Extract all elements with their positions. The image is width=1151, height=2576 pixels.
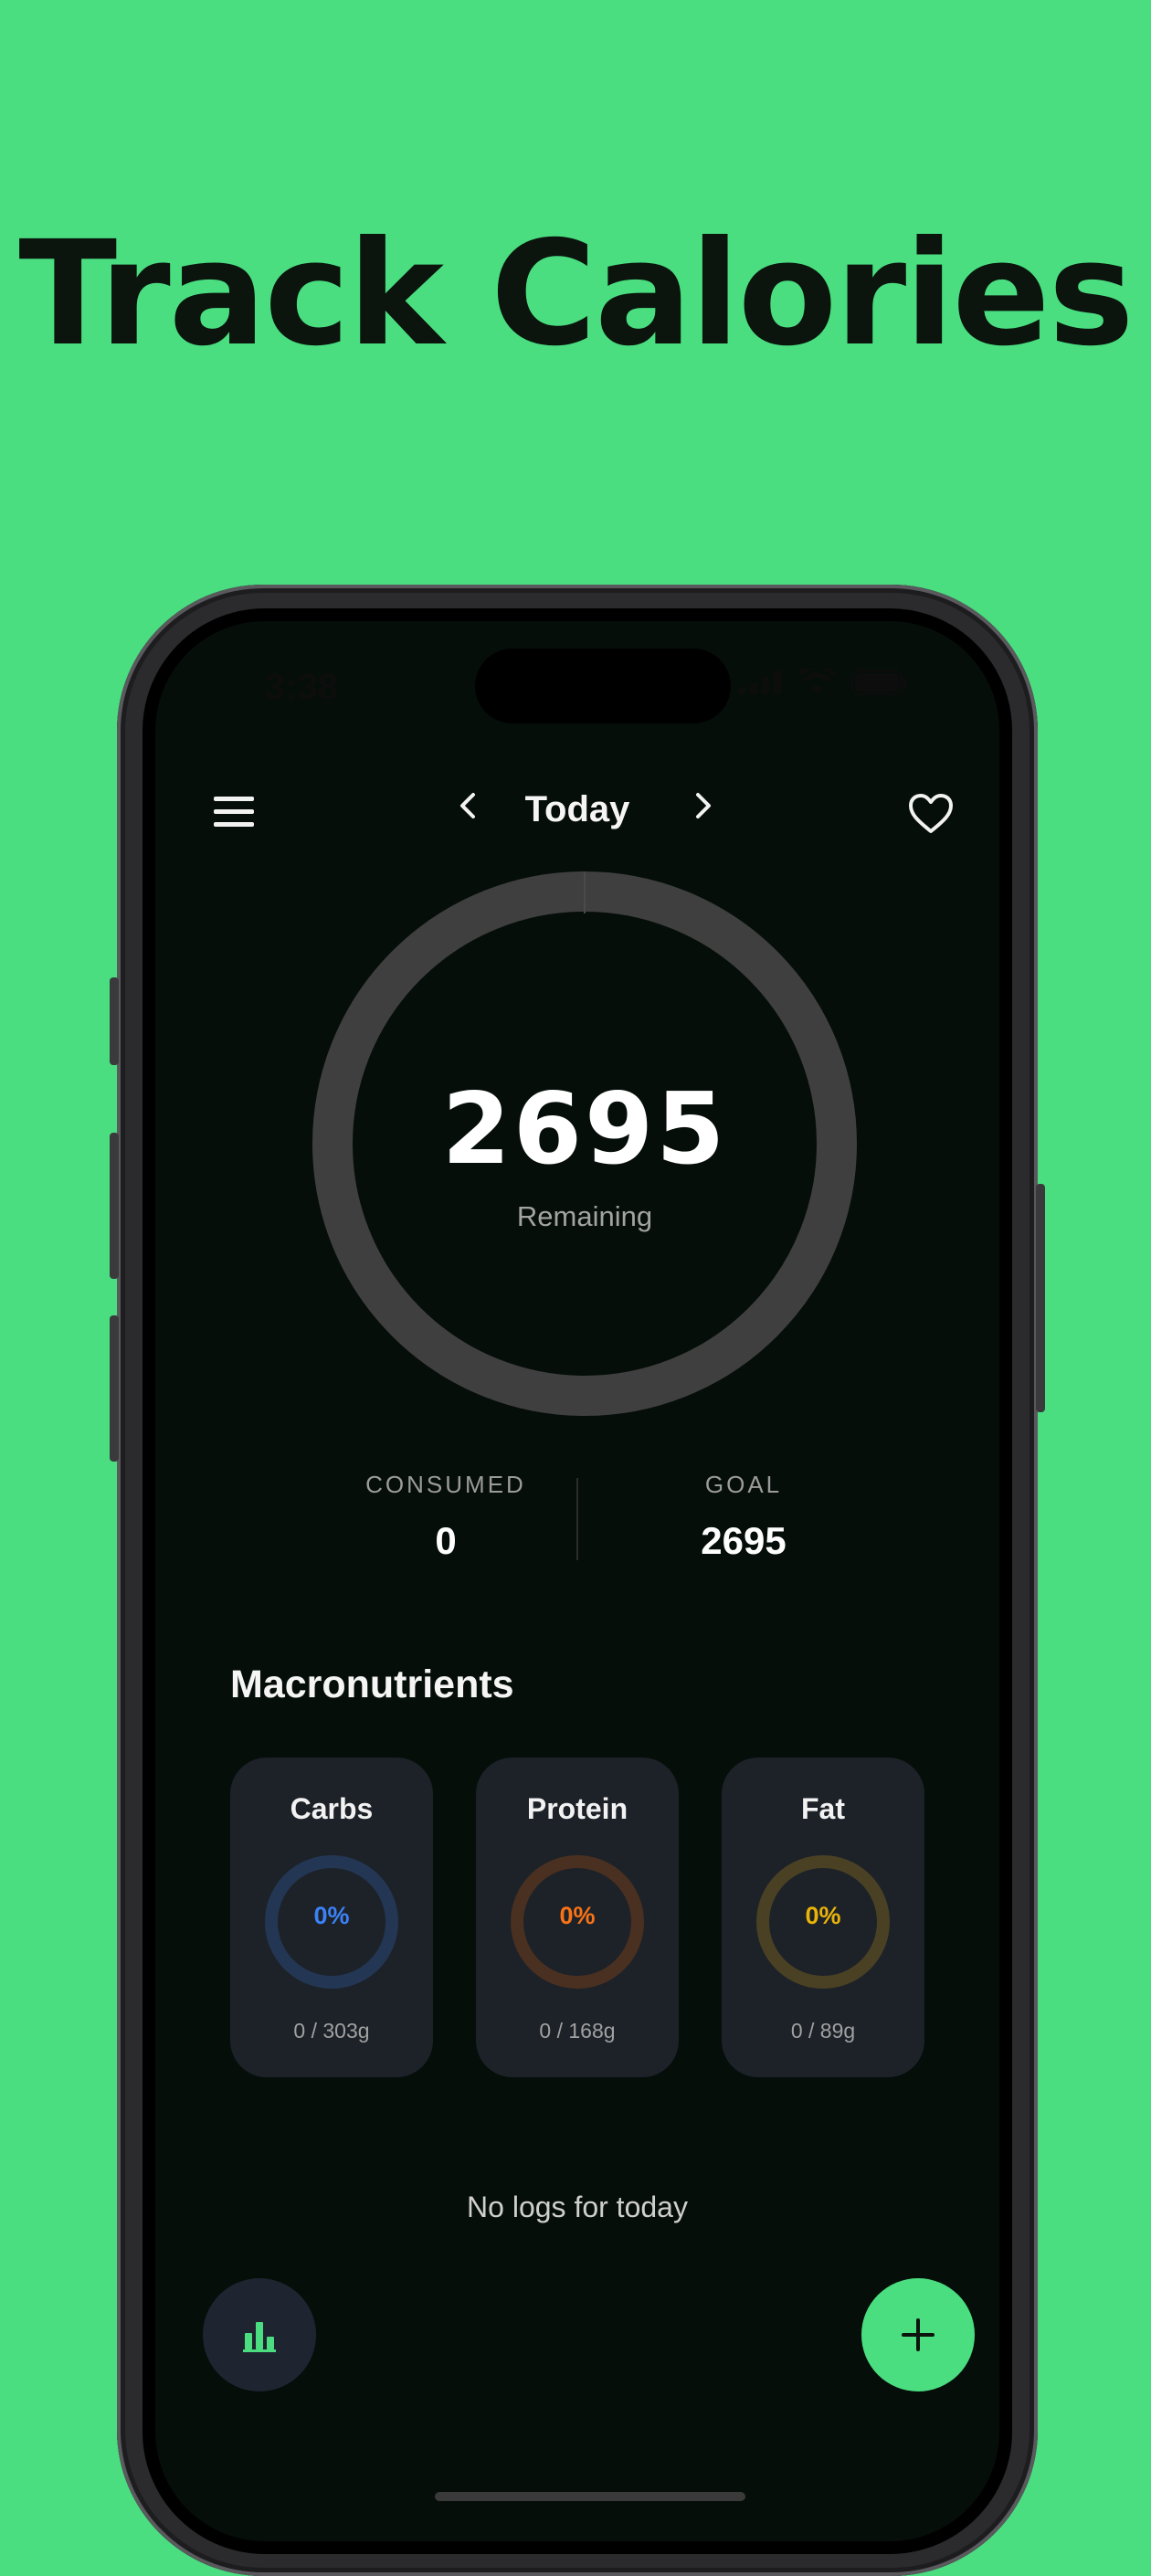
previous-day-button[interactable] [449, 787, 486, 831]
top-bar: Today [155, 776, 999, 850]
remaining-calories: 2695 [441, 1072, 728, 1187]
macro-card-fat[interactable]: Fat 0% 0 / 89g [722, 1758, 924, 2077]
goal-label: GOAL [704, 1471, 783, 1498]
macronutrients-title: Macronutrients [230, 1663, 514, 1706]
goal-stat: GOAL 2695 [625, 1471, 862, 1563]
next-day-button[interactable] [685, 787, 722, 831]
calorie-ring: 2695 Remaining [311, 870, 859, 1418]
macro-amount: 0 / 168g [539, 2019, 616, 2043]
dynamic-island [475, 649, 731, 723]
macro-card-carbs[interactable]: Carbs 0% 0 / 303g [230, 1758, 433, 2077]
bar-chart-icon [243, 2322, 276, 2352]
macro-amount: 0 / 89g [790, 2019, 856, 2043]
day-title: Today [524, 789, 630, 829]
phone-side-button [110, 977, 119, 1065]
consumed-label: CONSUMED [365, 1471, 526, 1498]
remaining-label: Remaining [516, 1200, 653, 1232]
headline: Track Calories [18, 210, 1134, 378]
macro-percent: 0% [559, 1902, 596, 1929]
consumed-value: 0 [435, 1519, 457, 1562]
macro-name: Protein [526, 1792, 628, 1825]
menu-icon[interactable] [214, 797, 254, 829]
status-time: 3:38 [265, 667, 339, 707]
chevron-left-icon [460, 793, 475, 818]
macro-name: Carbs [290, 1792, 374, 1825]
chevron-right-icon [696, 793, 711, 818]
consumed-stat: CONSUMED 0 [327, 1471, 565, 1563]
wifi-icon [798, 669, 835, 694]
home-indicator[interactable] [435, 2492, 745, 2501]
phone-screen: 3:38 Today 2695 Remaining CONSUMED 0 GOA… [143, 608, 1012, 2554]
signal-icon [738, 670, 781, 694]
macro-name: Fat [801, 1792, 845, 1825]
add-log-button[interactable] [861, 2278, 975, 2391]
macro-percent: 0% [313, 1902, 350, 1929]
calorie-stats: CONSUMED 0 GOAL 2695 [155, 1471, 999, 1580]
battery-icon [851, 670, 907, 695]
empty-logs-message: No logs for today [467, 2191, 688, 2223]
heart-icon [909, 794, 953, 833]
plus-icon [902, 2318, 935, 2351]
phone-volume-up [110, 1133, 119, 1279]
status-icons [738, 669, 908, 696]
stats-divider [576, 1478, 578, 1560]
macro-card-protein[interactable]: Protein 0% 0 / 168g [476, 1758, 679, 2077]
macro-percent: 0% [805, 1902, 841, 1929]
favorites-button[interactable] [908, 793, 954, 835]
phone-power-button [1036, 1184, 1045, 1412]
phone-volume-down [110, 1315, 119, 1462]
macro-amount: 0 / 303g [293, 2019, 370, 2043]
goal-value: 2695 [701, 1519, 787, 1562]
stats-button[interactable] [203, 2278, 316, 2391]
